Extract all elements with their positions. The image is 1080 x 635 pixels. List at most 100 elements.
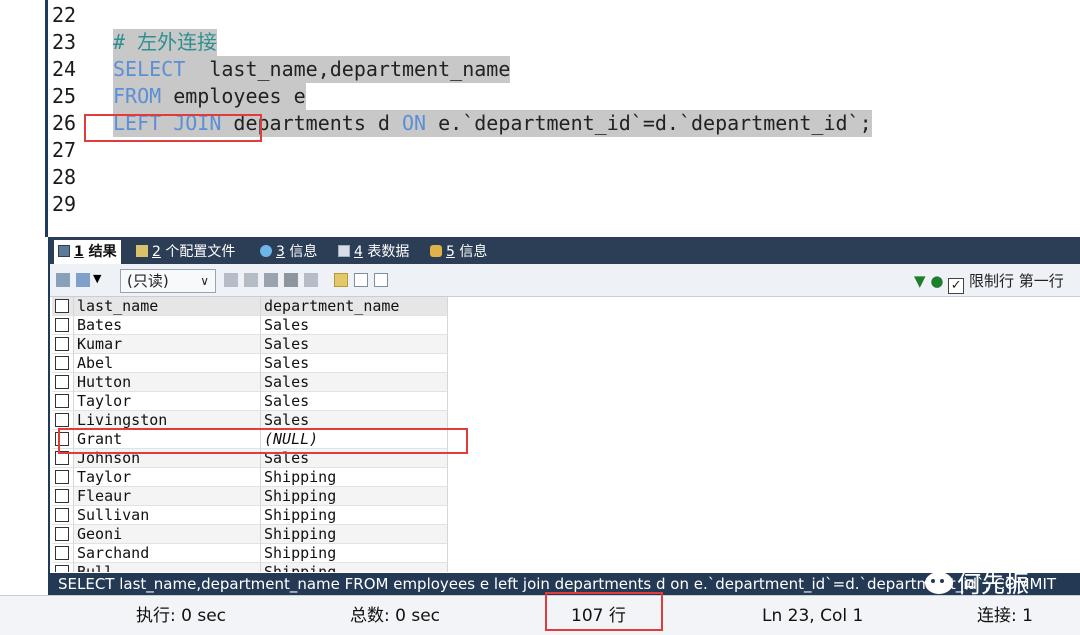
- cell-last-name[interactable]: Bull: [74, 563, 261, 572]
- cell-last-name[interactable]: Abel: [74, 354, 261, 373]
- profile-icon: [136, 245, 148, 257]
- tab-profile[interactable]: 2 个配置文件: [136, 242, 235, 262]
- line-number: 24: [52, 57, 77, 81]
- save-icon[interactable]: [264, 273, 278, 287]
- cell-department-name[interactable]: Sales: [261, 335, 448, 354]
- left-join-highlight-box: [84, 114, 262, 142]
- tab-info-2[interactable]: 5 信息: [430, 242, 487, 262]
- table-row[interactable]: Sarchand Shipping: [52, 544, 448, 563]
- cell-last-name[interactable]: Fleaur: [74, 487, 261, 506]
- refresh-icon[interactable]: [304, 273, 318, 287]
- cell-last-name[interactable]: Sullivan: [74, 506, 261, 525]
- row-checkbox[interactable]: [52, 506, 74, 525]
- line-number: 29: [52, 192, 77, 216]
- code-line[interactable]: 23 # 左外连接: [0, 29, 1080, 56]
- connection-count: 连接: 1: [977, 606, 1033, 626]
- limit-rows-label: 限制行 第一行: [968, 272, 1064, 290]
- select-all-checkbox[interactable]: [52, 297, 74, 316]
- code-line[interactable]: 25 FROM employees e: [0, 83, 1080, 110]
- cell-department-name[interactable]: Shipping: [261, 563, 448, 572]
- row-checkbox[interactable]: [52, 392, 74, 411]
- row-checkbox[interactable]: [52, 544, 74, 563]
- sql-keyword: FROM: [113, 84, 162, 108]
- cell-department-name[interactable]: Shipping: [261, 525, 448, 544]
- row-checkbox[interactable]: [52, 373, 74, 392]
- table-row[interactable]: Abel Sales: [52, 354, 448, 373]
- code-line[interactable]: 29: [0, 191, 1080, 218]
- result-panel: 1 结果 2 个配置文件 3 信息 4 表数据 5 信息 ▼ (只读)∨ ▼: [48, 237, 1080, 577]
- cell-last-name[interactable]: Bates: [74, 316, 261, 335]
- row-checkbox[interactable]: [52, 316, 74, 335]
- column-header-department-name[interactable]: department_name: [261, 297, 448, 316]
- column-header-last-name[interactable]: last_name: [74, 297, 261, 316]
- cell-department-name[interactable]: Sales: [261, 392, 448, 411]
- table-row[interactable]: Taylor Sales: [52, 392, 448, 411]
- chevron-down-icon: ∨: [200, 274, 209, 288]
- text-view-icon[interactable]: [374, 273, 388, 287]
- total-time: 总数: 0 sec: [350, 606, 441, 626]
- code-line[interactable]: 24 SELECT last_name,department_name: [0, 56, 1080, 83]
- table-icon: [338, 245, 350, 257]
- table-row[interactable]: Bull Shipping: [52, 563, 448, 572]
- null-row-highlight-box: [58, 428, 468, 454]
- table-row[interactable]: Sullivan Shipping: [52, 506, 448, 525]
- cell-department-name[interactable]: Sales: [261, 373, 448, 392]
- table-row[interactable]: Fleaur Shipping: [52, 487, 448, 506]
- dropdown-arrow-icon[interactable]: ▼: [93, 272, 101, 285]
- row-checkbox[interactable]: [52, 354, 74, 373]
- row-checkbox[interactable]: [52, 525, 74, 544]
- readonly-select[interactable]: (只读) ∨: [120, 269, 216, 293]
- cell-department-name[interactable]: Shipping: [261, 544, 448, 563]
- sql-text: employees e: [161, 84, 306, 108]
- sql-comment: # 左外连接: [113, 29, 218, 56]
- result-toolbar: ▼ (只读) ∨ ▼ ● ✓ 限制行 第一行: [50, 264, 1080, 297]
- delete-icon[interactable]: [284, 273, 298, 287]
- line-number: 22: [52, 3, 77, 27]
- sql-text: last_name,department_name: [185, 57, 511, 81]
- cell-last-name[interactable]: Geoni: [74, 525, 261, 544]
- info-icon: [260, 245, 272, 257]
- code-line[interactable]: 28: [0, 164, 1080, 191]
- view-mode-icon[interactable]: [76, 273, 90, 287]
- insert-row-icon[interactable]: [224, 273, 238, 287]
- table-row[interactable]: Hutton Sales: [52, 373, 448, 392]
- sql-keyword: SELECT: [113, 57, 186, 81]
- cell-department-name[interactable]: Shipping: [261, 468, 448, 487]
- export-icon[interactable]: [56, 273, 70, 287]
- grid-view-icon[interactable]: [334, 273, 348, 287]
- code-line[interactable]: 22: [0, 2, 1080, 29]
- table-row[interactable]: Bates Sales: [52, 316, 448, 335]
- limit-rows-control: ▼ ● ✓ 限制行 第一行: [914, 270, 1064, 294]
- cell-last-name[interactable]: Taylor: [74, 392, 261, 411]
- exec-time: 执行: 0 sec: [136, 606, 227, 626]
- table-row[interactable]: Geoni Shipping: [52, 525, 448, 544]
- cell-last-name[interactable]: Sarchand: [74, 544, 261, 563]
- tab-table-data[interactable]: 4 表数据: [338, 242, 409, 262]
- limit-rows-checkbox[interactable]: ✓: [948, 278, 965, 294]
- cell-department-name[interactable]: Shipping: [261, 506, 448, 525]
- table-row[interactable]: Taylor Shipping: [52, 468, 448, 487]
- cell-department-name[interactable]: Sales: [261, 316, 448, 335]
- row-checkbox[interactable]: [52, 563, 74, 572]
- sql-editor[interactable]: 22 23 # 左外连接 24 SELECT last_name,departm…: [0, 0, 1080, 237]
- cell-department-name[interactable]: Sales: [261, 354, 448, 373]
- tab-results[interactable]: 1 结果: [54, 240, 121, 264]
- row-checkbox[interactable]: [52, 468, 74, 487]
- result-tabs: 1 结果 2 个配置文件 3 信息 4 表数据 5 信息: [50, 237, 1080, 264]
- form-view-icon[interactable]: [354, 273, 368, 287]
- sql-text: e.`department_id`=d.`department_id`;: [426, 111, 872, 135]
- cell-department-name[interactable]: Shipping: [261, 487, 448, 506]
- table-row[interactable]: Kumar Sales: [52, 335, 448, 354]
- line-number: 23: [52, 30, 77, 54]
- row-checkbox[interactable]: [52, 335, 74, 354]
- filter-icon[interactable]: ▼: [914, 272, 926, 290]
- cell-last-name[interactable]: Kumar: [74, 335, 261, 354]
- cell-last-name[interactable]: Taylor: [74, 468, 261, 487]
- row-checkbox[interactable]: [52, 487, 74, 506]
- duplicate-row-icon[interactable]: [244, 273, 258, 287]
- wechat-icon: [925, 572, 953, 594]
- cursor-position: Ln 23, Col 1: [762, 606, 864, 626]
- cell-last-name[interactable]: Hutton: [74, 373, 261, 392]
- tab-info[interactable]: 3 信息: [260, 242, 317, 262]
- refresh-circle-icon[interactable]: ●: [930, 272, 943, 290]
